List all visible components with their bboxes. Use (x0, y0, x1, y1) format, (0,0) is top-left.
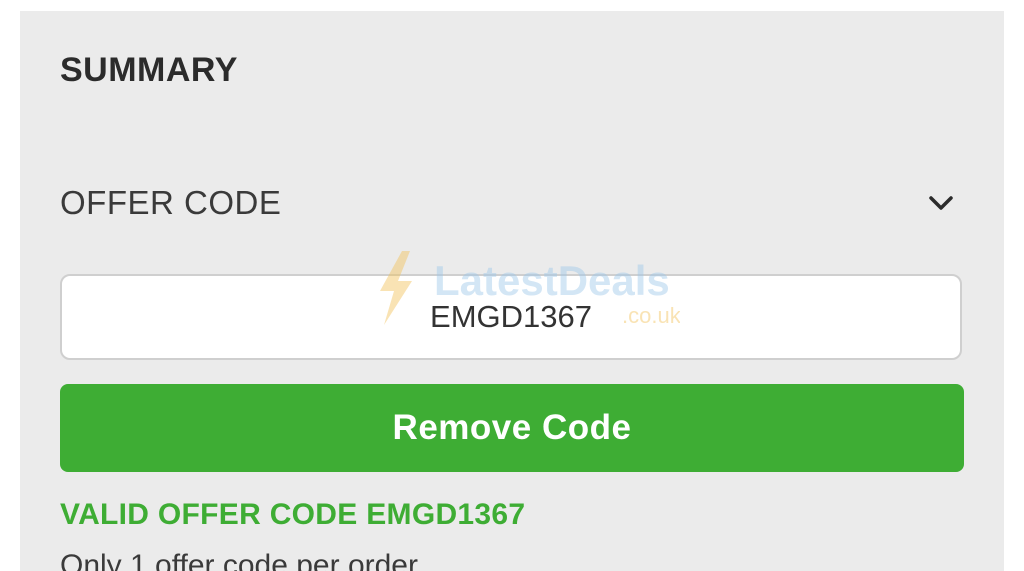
remove-code-button[interactable]: Remove Code (60, 384, 964, 472)
summary-panel: SUMMARY OFFER CODE LatestDeals .co.uk Re… (20, 11, 1004, 571)
offer-code-label: OFFER CODE (60, 184, 282, 221)
offer-code-input[interactable] (60, 274, 962, 360)
offer-code-toggle[interactable]: OFFER CODE (60, 181, 953, 225)
chevron-down-icon[interactable] (928, 190, 954, 216)
valid-offer-message: VALID OFFER CODE EMGD1367 (60, 498, 526, 531)
summary-title: SUMMARY (60, 51, 238, 89)
offer-code-note: Only 1 offer code per order (60, 549, 418, 571)
